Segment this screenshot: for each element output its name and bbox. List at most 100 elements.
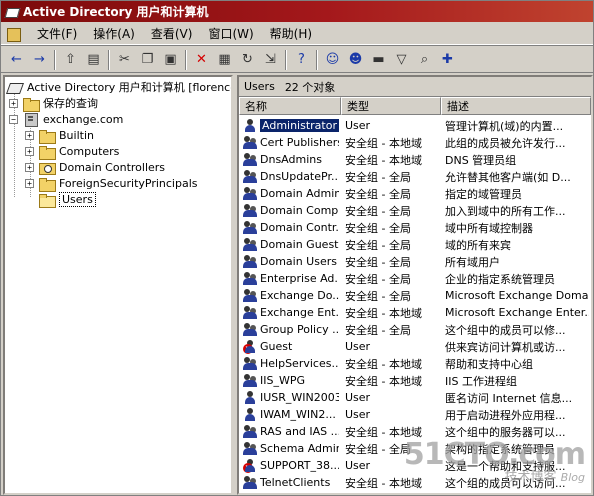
tree-item-domain-controllers[interactable]: + Domain Controllers [25, 159, 165, 175]
object-description: 此组的成员被允许发行... [445, 136, 566, 150]
group-icon [243, 220, 258, 235]
group-icon [243, 135, 258, 150]
object-description: 帮助和支持中心组 [445, 357, 533, 371]
object-description: 这个组中的服务器可以... [445, 425, 566, 439]
user-icon [243, 118, 258, 133]
list-row[interactable]: DnsAdmins 安全组 - 本地域 DNS 管理员组 [239, 151, 591, 168]
show-tree-icon[interactable]: ▤ [82, 49, 105, 71]
cell-name: Domain Users [243, 254, 339, 269]
toolbar: ← → ⇧ ▤ ✂ ❐ ▣ ✕ ▦ ↻ ⇲? ☺ ☻ ▬ ▽ ⌕ ✚ [1, 47, 593, 73]
tree-root[interactable]: Active Directory 用户和计算机 [florence.e [7, 79, 231, 95]
list-row[interactable]: Exchange Ent... 安全组 - 本地域 Microsoft Exch… [239, 304, 591, 321]
list-pane[interactable]: Users 22 个对象 名称 类型 描述 Administrator User… [237, 75, 593, 495]
list-row[interactable]: x SUPPORT_38... User 这是一个帮助和支持服... [239, 457, 591, 474]
tree-item-computers[interactable]: + Computers [25, 143, 119, 160]
new-ou-icon[interactable]: ▬ [367, 49, 390, 71]
cell-name: IWAM_WIN2... [243, 407, 339, 422]
tree-item-builtin[interactable]: + Builtin [25, 127, 94, 144]
folder-icon [39, 129, 56, 144]
open-folder-icon [39, 193, 56, 208]
group-icon [243, 237, 258, 252]
expand-icon[interactable]: + [25, 130, 34, 140]
expand-icon[interactable]: + [25, 146, 34, 156]
object-type: 安全组 - 全局 [345, 272, 411, 286]
new-user-icon[interactable]: ☺ [321, 49, 344, 71]
list-row[interactable]: IIS_WPG 安全组 - 本地域 IIS 工作进程组 [239, 372, 591, 389]
column-header-label: 名称 [245, 100, 267, 113]
list-row[interactable]: Exchange Do... 安全组 - 全局 Microsoft Exchan… [239, 287, 591, 304]
list-row[interactable]: Enterprise Ad... 安全组 - 全局 企业的指定系统管理员 [239, 270, 591, 287]
object-name: Exchange Ent... [260, 306, 339, 319]
object-description: 匿名访问 Internet 信息... [445, 391, 573, 405]
list-row[interactable]: TelnetClients 安全组 - 本地域 这个组的成员可以访问... [239, 474, 591, 491]
object-type: 安全组 - 全局 [345, 204, 411, 218]
object-type: 安全组 - 本地域 [345, 136, 422, 150]
list-row[interactable]: Domain Guests 安全组 - 全局 域的所有来宾 [239, 236, 591, 253]
column-header-label: 描述 [447, 100, 469, 113]
list-row[interactable]: IWAM_WIN2... User 用于启动进程外应用程... [239, 406, 591, 423]
list-row[interactable]: Domain Admins 安全组 - 全局 指定的域管理员 [239, 185, 591, 202]
expand-icon[interactable]: + [25, 162, 34, 172]
properties-icon[interactable]: ▦ [213, 49, 236, 71]
cut-icon[interactable]: ✂ [113, 49, 136, 71]
help-icon[interactable]: ? [290, 49, 313, 71]
object-count: 22 个对象 [284, 80, 336, 94]
list-row[interactable]: RAS and IAS ... 安全组 - 本地域 这个组中的服务器可以... [239, 423, 591, 440]
tree-item-domain[interactable]: − exchange.com [9, 111, 123, 127]
list-row[interactable]: Domain Comp... 安全组 - 全局 加入到域中的所有工作... [239, 202, 591, 219]
find-icon[interactable]: ⌕ [413, 49, 436, 71]
menu-help[interactable]: 帮助(H) [262, 23, 320, 44]
menu-action[interactable]: 操作(A) [85, 23, 143, 44]
column-header-type[interactable]: 类型 [341, 97, 441, 115]
filter-icon[interactable]: ▽ [390, 49, 413, 71]
list-row[interactable]: DnsUpdatePr... 安全组 - 全局 允许替其他客户端(如 D... [239, 168, 591, 185]
list-row[interactable]: Cert Publishers 安全组 - 本地域 此组的成员被允许发行... [239, 134, 591, 151]
paste-icon[interactable]: ▣ [159, 49, 182, 71]
main-window: Active Directory 用户和计算机 文件(F) 操作(A) 查看(V… [0, 0, 594, 496]
delete-icon[interactable]: ✕ [190, 49, 213, 71]
list-row[interactable]: HelpServices... 安全组 - 本地域 帮助和支持中心组 [239, 355, 591, 372]
forward-icon[interactable]: → [28, 49, 51, 71]
cell-name: DnsUpdatePr... [243, 169, 339, 184]
copy-icon[interactable]: ❐ [136, 49, 159, 71]
title-bar[interactable]: Active Directory 用户和计算机 [1, 1, 593, 22]
list-row[interactable]: Administrator User 管理计算机(域)的内置... [239, 117, 591, 134]
refresh-icon[interactable]: ↻ [236, 49, 259, 71]
tree-pane[interactable]: Active Directory 用户和计算机 [florence.e + 保存… [3, 75, 233, 495]
new-group-icon[interactable]: ☻ [344, 49, 367, 71]
object-description: 用于启动进程外应用程... [445, 408, 566, 422]
list-row[interactable]: Domain Users 安全组 - 全局 所有域用户 [239, 253, 591, 270]
object-description: Microsoft Exchange Domai... [445, 289, 589, 302]
tree-item-users[interactable]: Users [39, 191, 96, 208]
object-type: 安全组 - 全局 [345, 442, 411, 456]
list-row[interactable]: IUSR_WIN2003 User 匿名访问 Internet 信息... [239, 389, 591, 406]
object-description: 这个组中的成员可以修... [445, 323, 566, 337]
list-row[interactable]: Schema Admins 安全组 - 全局 架构的指定系统管理员 [239, 440, 591, 457]
add-to-group-icon[interactable]: ✚ [436, 49, 459, 71]
toolbar-separator [108, 49, 110, 70]
up-folder-icon[interactable]: ⇧ [59, 49, 82, 71]
group-icon [243, 322, 258, 337]
object-type: User [345, 340, 371, 353]
collapse-icon[interactable]: − [9, 114, 18, 124]
expand-icon[interactable]: + [9, 98, 18, 108]
list-row[interactable]: Group Policy ... 安全组 - 全局 这个组中的成员可以修... [239, 321, 591, 338]
disabled-user-icon: x [243, 339, 258, 354]
list-row[interactable]: x Guest User 供来宾访问计算机或访... [239, 338, 591, 355]
menu-view[interactable]: 查看(V) [143, 23, 201, 44]
console-icon[interactable] [5, 26, 21, 42]
cell-name: Exchange Do... [243, 288, 339, 303]
column-header-name[interactable]: 名称 [239, 97, 341, 115]
folder-icon [39, 145, 56, 160]
object-type: 安全组 - 全局 [345, 187, 411, 201]
tree-item-saved-queries[interactable]: + 保存的查询 [9, 95, 98, 112]
expand-icon[interactable]: + [25, 178, 34, 188]
menu-window[interactable]: 窗口(W) [200, 23, 261, 44]
list-row[interactable]: Domain Contr... 安全组 - 全局 域中所有域控制器 [239, 219, 591, 236]
menu-file[interactable]: 文件(F) [29, 23, 85, 44]
active-directory-icon [7, 80, 23, 94]
tree-item-foreign-security-principals[interactable]: + ForeignSecurityPrincipals [25, 175, 198, 192]
column-header-description[interactable]: 描述 [441, 97, 591, 115]
back-icon[interactable]: ← [5, 49, 28, 71]
export-icon[interactable]: ⇲ [259, 49, 282, 71]
